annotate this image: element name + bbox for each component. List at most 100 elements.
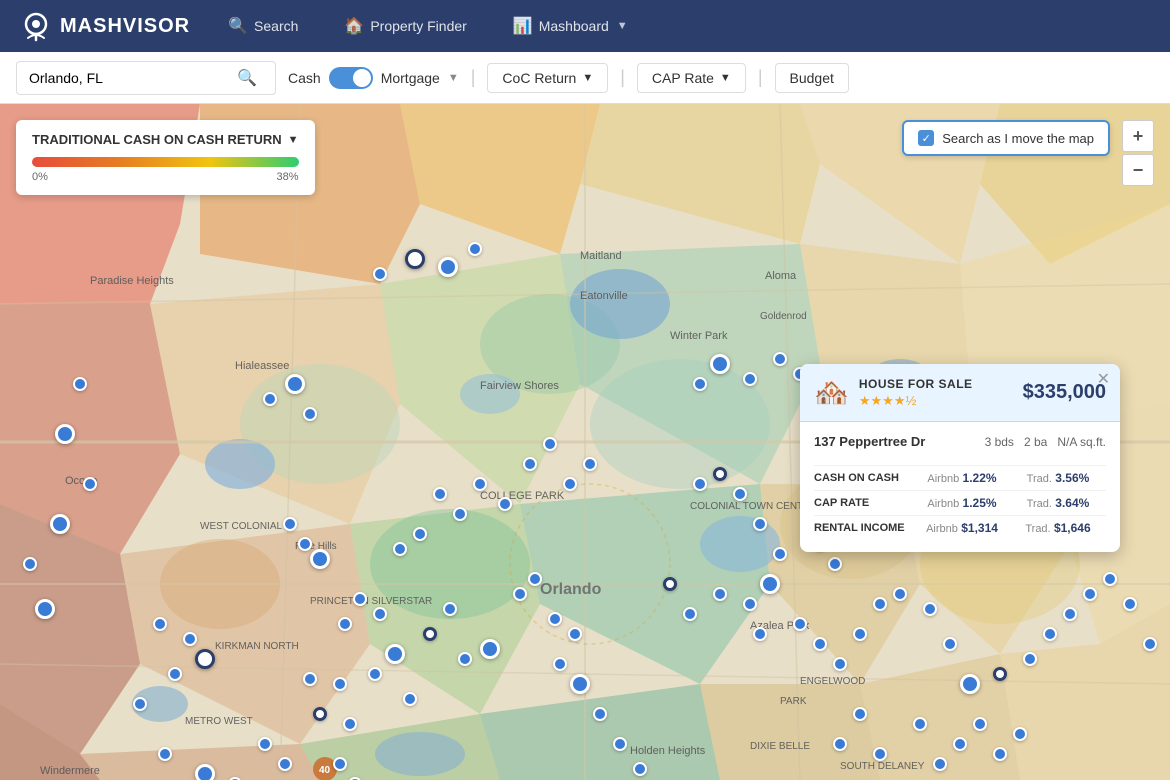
map-pin[interactable] bbox=[953, 737, 967, 751]
map-pin[interactable] bbox=[683, 607, 697, 621]
map-pin[interactable] bbox=[833, 657, 847, 671]
map-pin[interactable] bbox=[183, 632, 197, 646]
map-pin[interactable] bbox=[743, 597, 757, 611]
map-pin[interactable] bbox=[583, 457, 597, 471]
map-pin[interactable] bbox=[403, 692, 417, 706]
map-pin[interactable] bbox=[458, 652, 472, 666]
map-pin[interactable] bbox=[35, 599, 55, 619]
map-pin[interactable] bbox=[50, 514, 70, 534]
map-pin[interactable] bbox=[828, 557, 842, 571]
map-pin[interactable] bbox=[1063, 607, 1077, 621]
map-pin[interactable] bbox=[568, 627, 582, 641]
map-pin[interactable] bbox=[833, 737, 847, 751]
map-pin[interactable] bbox=[423, 627, 437, 641]
map-pin[interactable] bbox=[1043, 627, 1057, 641]
map-pin[interactable] bbox=[373, 607, 387, 621]
map-pin[interactable] bbox=[55, 424, 75, 444]
map-pin[interactable] bbox=[473, 477, 487, 491]
nav-search[interactable]: 🔍 Search bbox=[220, 10, 306, 42]
zoom-out-btn[interactable]: − bbox=[1122, 154, 1154, 186]
location-input-wrap[interactable]: 🔍 bbox=[16, 61, 276, 95]
map-pin[interactable] bbox=[303, 407, 317, 421]
map-pin[interactable] bbox=[168, 667, 182, 681]
map-pin[interactable] bbox=[933, 757, 947, 771]
map-pin[interactable] bbox=[973, 717, 987, 731]
map-pin[interactable] bbox=[743, 372, 757, 386]
map-pin[interactable] bbox=[83, 477, 97, 491]
map-pin[interactable] bbox=[960, 674, 980, 694]
popup-close-btn[interactable]: ✕ bbox=[1097, 372, 1110, 388]
map-pin[interactable] bbox=[453, 507, 467, 521]
map-pin[interactable] bbox=[263, 392, 277, 406]
map-pin[interactable] bbox=[310, 549, 330, 569]
map-pin[interactable] bbox=[133, 697, 147, 711]
toggle-switch[interactable] bbox=[329, 67, 373, 89]
map-pin[interactable] bbox=[893, 587, 907, 601]
map-pin[interactable] bbox=[633, 762, 647, 776]
map-pin[interactable] bbox=[333, 757, 347, 771]
map-pin[interactable] bbox=[793, 617, 807, 631]
map-pin[interactable] bbox=[23, 557, 37, 571]
map-pin[interactable] bbox=[285, 374, 305, 394]
map-pin[interactable] bbox=[338, 617, 352, 631]
map-pin[interactable] bbox=[303, 672, 317, 686]
map-pin[interactable] bbox=[283, 517, 297, 531]
search-as-move-btn[interactable]: ✓ Search as I move the map bbox=[902, 120, 1110, 156]
map-pin[interactable] bbox=[710, 354, 730, 374]
map-pin[interactable] bbox=[443, 602, 457, 616]
coc-return-filter[interactable]: CoC Return ▼ bbox=[487, 63, 608, 93]
map-pin[interactable] bbox=[923, 602, 937, 616]
map-pin[interactable] bbox=[333, 677, 347, 691]
map-pin[interactable] bbox=[373, 267, 387, 281]
map-pin[interactable] bbox=[343, 717, 357, 731]
map-pin[interactable] bbox=[1083, 587, 1097, 601]
search-icon[interactable]: 🔍 bbox=[237, 68, 257, 88]
map-pin[interactable] bbox=[433, 487, 447, 501]
budget-filter[interactable]: Budget bbox=[775, 63, 849, 93]
map-pin[interactable] bbox=[313, 707, 327, 721]
map-pin[interactable] bbox=[1143, 637, 1157, 651]
map-pin[interactable] bbox=[773, 352, 787, 366]
map-pin[interactable] bbox=[353, 592, 367, 606]
map-pin[interactable] bbox=[713, 467, 727, 481]
map-pin[interactable] bbox=[1013, 727, 1027, 741]
map-pin[interactable] bbox=[278, 757, 292, 771]
map-pin[interactable] bbox=[528, 572, 542, 586]
location-input[interactable] bbox=[29, 70, 229, 86]
map-pin[interactable] bbox=[773, 547, 787, 561]
map-pin[interactable] bbox=[943, 637, 957, 651]
map-pin[interactable] bbox=[548, 612, 562, 626]
map-pin[interactable] bbox=[853, 627, 867, 641]
map-pin[interactable] bbox=[873, 597, 887, 611]
map-pin[interactable] bbox=[733, 487, 747, 501]
map-pin[interactable] bbox=[913, 717, 927, 731]
map-pin[interactable] bbox=[513, 587, 527, 601]
map-pin[interactable] bbox=[553, 657, 567, 671]
map-pin[interactable] bbox=[993, 747, 1007, 761]
map-pin[interactable] bbox=[413, 527, 427, 541]
map-pin[interactable] bbox=[693, 377, 707, 391]
map-pin[interactable] bbox=[563, 477, 577, 491]
map-pin[interactable] bbox=[873, 747, 887, 761]
map-pin[interactable] bbox=[713, 587, 727, 601]
map-pin[interactable] bbox=[195, 649, 215, 669]
map-pin[interactable] bbox=[258, 737, 272, 751]
map-pin[interactable] bbox=[73, 377, 87, 391]
map-pin[interactable] bbox=[543, 437, 557, 451]
map-pin[interactable] bbox=[993, 667, 1007, 681]
map-pin[interactable] bbox=[368, 667, 382, 681]
nav-property-finder[interactable]: 🏠 Property Finder bbox=[336, 10, 474, 42]
map-pin[interactable] bbox=[613, 737, 627, 751]
map-pin[interactable] bbox=[693, 477, 707, 491]
map-pin[interactable] bbox=[158, 747, 172, 761]
map-pin[interactable] bbox=[663, 577, 677, 591]
map-pin[interactable] bbox=[153, 617, 167, 631]
map-pin[interactable] bbox=[813, 637, 827, 651]
map-pin[interactable] bbox=[1023, 652, 1037, 666]
map-pin[interactable] bbox=[753, 627, 767, 641]
map-pin[interactable] bbox=[760, 574, 780, 594]
map-pin[interactable] bbox=[468, 242, 482, 256]
nav-mashboard[interactable]: 📊 Mashboard ▼ bbox=[505, 10, 636, 42]
map-pin[interactable] bbox=[1123, 597, 1137, 611]
map-pin[interactable] bbox=[570, 674, 590, 694]
